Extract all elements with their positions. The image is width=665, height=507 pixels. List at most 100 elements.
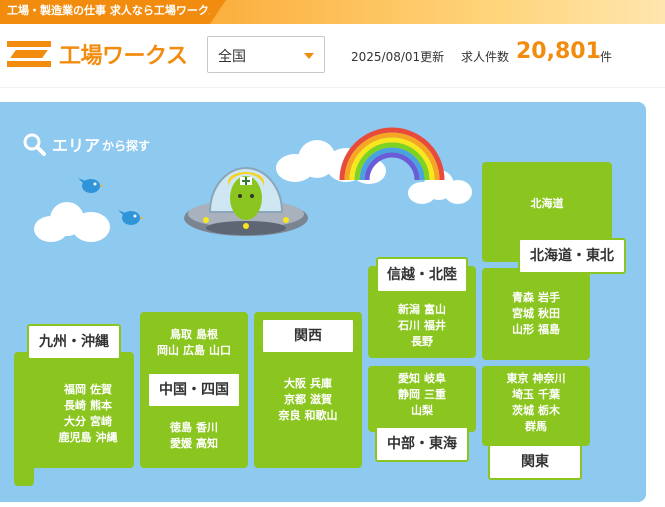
area-select-value: 全国 — [218, 49, 246, 65]
prefecture-link[interactable]: 長野 — [411, 335, 433, 348]
prefecture-link[interactable]: 佐賀 — [90, 383, 112, 396]
region-kansai-button[interactable]: 関西 — [261, 318, 355, 354]
prefecture-link[interactable]: 島根 — [196, 328, 218, 341]
prefecture-link[interactable]: 兵庫 — [310, 377, 332, 390]
prefecture-link[interactable]: 新潟 — [398, 303, 420, 316]
pref-row[interactable]: 京都 滋賀 — [254, 392, 362, 408]
prefecture-link[interactable]: 神奈川 — [533, 372, 566, 385]
search-icon — [23, 133, 46, 156]
bird-icon — [118, 210, 144, 225]
pref-row[interactable]: 福岡 佐賀 — [34, 382, 142, 398]
pref-row[interactable]: 鹿児島 沖縄 — [34, 430, 142, 446]
pref-row[interactable]: 埼玉 千葉 — [482, 387, 590, 403]
prefecture-link[interactable]: 千葉 — [538, 388, 560, 401]
prefecture-link[interactable]: 石川 — [398, 319, 420, 332]
pref-row[interactable]: 岡山 広島 山口 — [140, 343, 248, 359]
prefecture-link[interactable]: 岡山 — [157, 344, 179, 357]
region-shinetsu-hokuriku-button[interactable]: 信越・北陸 — [376, 257, 468, 293]
prefecture-link[interactable]: 大阪 — [284, 377, 306, 390]
pref-row[interactable]: 茨城 栃木 — [482, 403, 590, 419]
prefecture-link[interactable]: 山形 — [512, 323, 534, 336]
prefecture-link[interactable]: 沖縄 — [96, 431, 118, 444]
pref-row[interactable]: 鳥取 島根 — [140, 327, 248, 343]
prefecture-link[interactable]: 愛知 — [398, 372, 420, 385]
prefecture-link[interactable]: 東京 — [507, 372, 529, 385]
prefecture-link[interactable]: 鳥取 — [170, 328, 192, 341]
region-kyushu-okinawa-button[interactable]: 九州・沖縄 — [27, 324, 121, 360]
pref-row[interactable]: 山梨 — [368, 403, 476, 419]
job-count-label: 求人件数 — [461, 50, 510, 64]
region-chugoku-shikoku-button[interactable]: 中国・四国 — [147, 372, 241, 408]
pref-row[interactable]: 長野 — [368, 334, 476, 350]
pref-row[interactable]: 青森 岩手 — [482, 290, 590, 306]
pref-row[interactable]: 奈良 和歌山 — [254, 408, 362, 424]
top-bar: 工場・製造業の仕事 求人なら工場ワークス — [0, 0, 665, 24]
prefecture-link[interactable]: 福島 — [538, 323, 560, 336]
prefecture-link[interactable]: 岩手 — [538, 291, 560, 304]
prefecture-link[interactable]: 福岡 — [64, 383, 86, 396]
prefecture-link[interactable]: 鹿児島 — [59, 431, 92, 444]
prefecture-link[interactable]: 茨城 — [512, 404, 534, 417]
pref-row[interactable]: 長崎 熊本 — [34, 398, 142, 414]
area-search-title-main: エリア — [52, 136, 101, 155]
logo-text: 工場ワークス — [59, 44, 188, 69]
top-bar-stripe — [226, 0, 665, 24]
prefecture-link[interactable]: 岐阜 — [424, 372, 446, 385]
region-hokkaido-tohoku-button[interactable]: 北海道・東北 — [518, 238, 626, 274]
pref-hokkaido[interactable]: 北海道 — [482, 196, 612, 212]
prefecture-link[interactable]: 三重 — [424, 388, 446, 401]
cloud-left — [34, 200, 110, 242]
prefecture-link[interactable]: 熊本 — [90, 399, 112, 412]
prefecture-link[interactable]: 宮城 — [512, 307, 534, 320]
prefecture-link[interactable]: 京都 — [284, 393, 306, 406]
prefecture-link[interactable]: 福井 — [424, 319, 446, 332]
header: 工場ワークス 全国 2025/08/01更新 求人件数 20,801 件 — [0, 24, 665, 88]
top-bar-notch — [210, 0, 226, 24]
pref-row[interactable]: 大阪 兵庫 — [254, 376, 362, 392]
prefecture-link[interactable]: 長崎 — [64, 399, 86, 412]
region-kanto-button[interactable]: 関東 — [488, 444, 582, 480]
prefecture-link[interactable]: 北海道 — [531, 197, 564, 210]
prefecture-link[interactable]: 徳島 — [170, 421, 192, 434]
prefs-chugoku: 鳥取 島根 岡山 広島 山口 — [140, 327, 248, 359]
prefs-kyushu: 福岡 佐賀 長崎 熊本 大分 宮崎 鹿児島 沖縄 — [34, 382, 142, 446]
pref-row[interactable]: 徳島 香川 — [140, 420, 248, 436]
pref-row[interactable]: 大分 宮崎 — [34, 414, 142, 430]
prefecture-link[interactable]: 埼玉 — [512, 388, 534, 401]
pref-row[interactable]: 群馬 — [482, 419, 590, 435]
prefecture-link[interactable]: 滋賀 — [310, 393, 332, 406]
site-tagline: 工場・製造業の仕事 求人なら工場ワークス — [7, 4, 220, 17]
pref-row[interactable]: 東京 神奈川 — [482, 371, 590, 387]
prefecture-link[interactable]: 高知 — [196, 437, 218, 450]
region-okinawa-block[interactable] — [14, 450, 34, 486]
chevron-down-icon — [304, 53, 314, 59]
pref-row[interactable]: 石川 福井 — [368, 318, 476, 334]
prefecture-link[interactable]: 栃木 — [538, 404, 560, 417]
pref-row[interactable]: 宮城 秋田 — [482, 306, 590, 322]
prefecture-link[interactable]: 秋田 — [538, 307, 560, 320]
site-logo[interactable]: 工場ワークス — [7, 38, 188, 70]
prefecture-link[interactable]: 群馬 — [525, 420, 547, 433]
prefecture-link[interactable]: 青森 — [512, 291, 534, 304]
prefecture-link[interactable]: 和歌山 — [305, 409, 338, 422]
pref-row[interactable]: 愛媛 高知 — [140, 436, 248, 452]
pref-row[interactable]: 愛知 岐阜 — [368, 371, 476, 387]
pref-row[interactable]: 新潟 富山 — [368, 302, 476, 318]
pref-row[interactable]: 山形 福島 — [482, 322, 590, 338]
prefecture-link[interactable]: 宮崎 — [90, 415, 112, 428]
prefecture-link[interactable]: 山梨 — [411, 404, 433, 417]
job-count: 20,801 — [516, 39, 601, 64]
region-chubu-tokai-button[interactable]: 中部・東海 — [375, 426, 469, 462]
prefecture-link[interactable]: 静岡 — [398, 388, 420, 401]
logo-mark-icon — [7, 40, 51, 68]
prefecture-link[interactable]: 愛媛 — [170, 437, 192, 450]
area-select[interactable]: 全国 — [207, 36, 325, 73]
prefecture-link[interactable]: 香川 — [196, 421, 218, 434]
pref-row[interactable]: 静岡 三重 — [368, 387, 476, 403]
prefecture-link[interactable]: 大分 — [64, 415, 86, 428]
prefecture-link[interactable]: 山口 — [209, 344, 231, 357]
prefecture-link[interactable]: 奈良 — [279, 409, 301, 422]
job-count-unit: 件 — [600, 50, 613, 64]
prefecture-link[interactable]: 広島 — [183, 344, 205, 357]
prefecture-link[interactable]: 富山 — [424, 303, 446, 316]
